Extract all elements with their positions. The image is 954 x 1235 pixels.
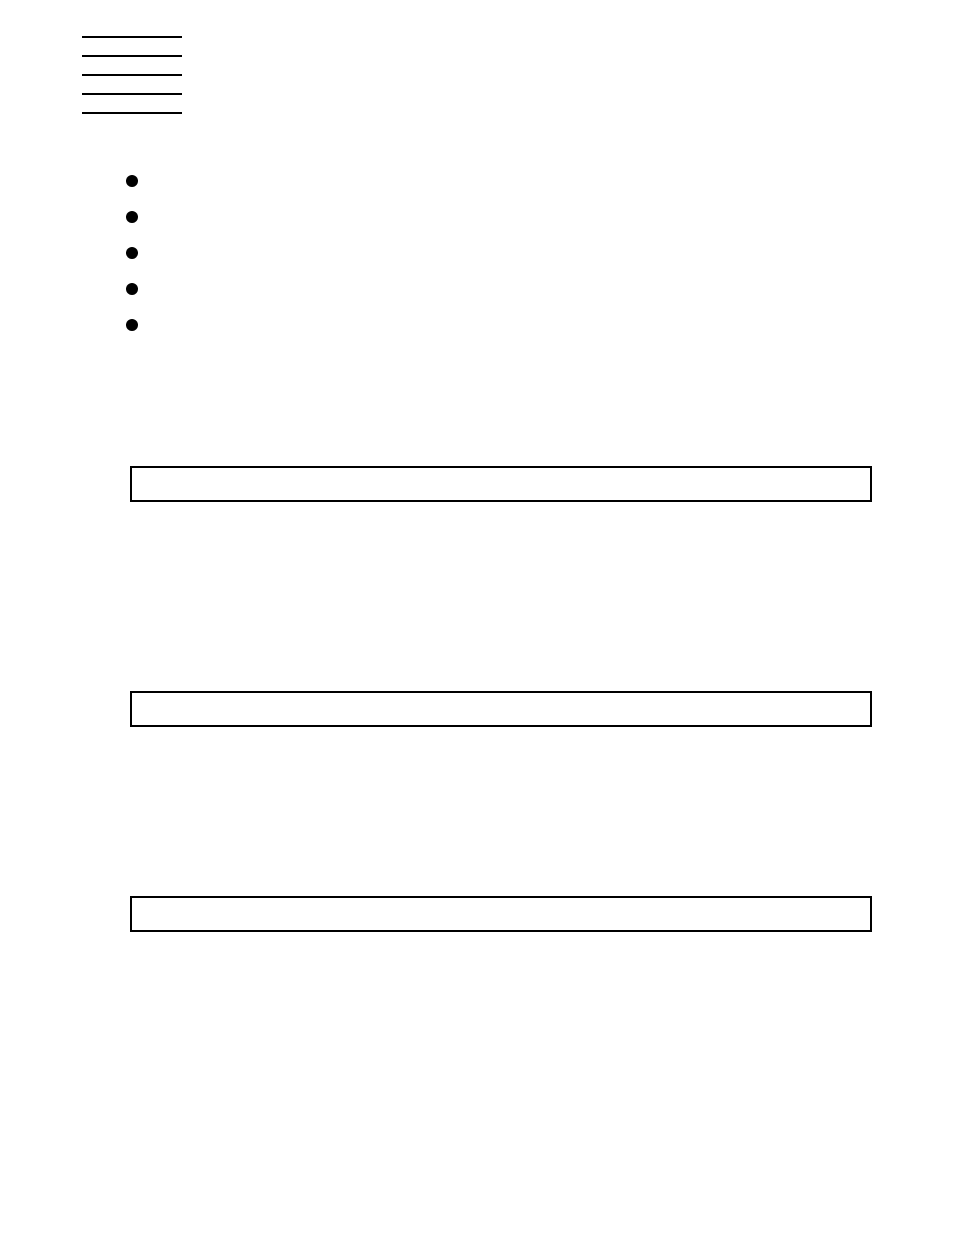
bullet-list: [126, 175, 138, 331]
horizontal-rule: [82, 55, 182, 57]
empty-box-1: [130, 466, 872, 502]
horizontal-rule: [82, 112, 182, 114]
document-page: [0, 0, 954, 1235]
horizontal-rule: [82, 93, 182, 95]
empty-box-3: [130, 896, 872, 932]
horizontal-rule: [82, 74, 182, 76]
bullet-marker: [126, 247, 138, 259]
bullet-marker: [126, 283, 138, 295]
horizontal-rule: [82, 36, 182, 38]
bullet-marker: [126, 319, 138, 331]
empty-box-2: [130, 691, 872, 727]
bullet-marker: [126, 175, 138, 187]
bullet-marker: [126, 211, 138, 223]
horizontal-rules-group: [82, 36, 182, 114]
